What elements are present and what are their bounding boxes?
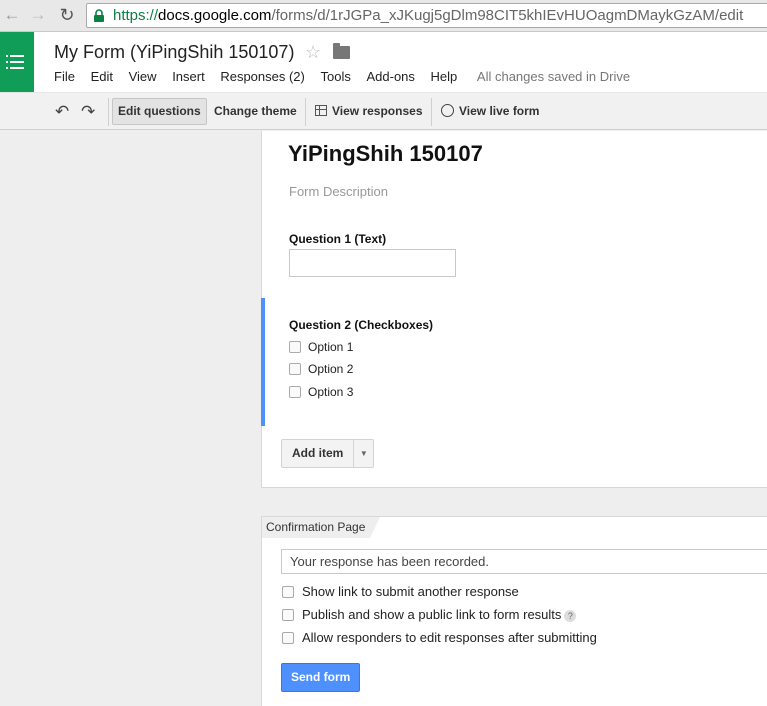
form-description[interactable]: Form Description — [289, 184, 388, 199]
redo-icon[interactable]: ↷ — [81, 102, 95, 122]
allow-edit-option[interactable]: Allow responders to edit responses after… — [282, 631, 597, 647]
publish-results-option[interactable]: Publish and show a public link to form r… — [282, 608, 577, 624]
forward-arrow-icon[interactable]: → — [28, 5, 48, 25]
question-1-label: Question 1 (Text) — [289, 232, 387, 246]
url-text: https://docs.google.com/forms/d/1rJGPa_x… — [113, 7, 744, 24]
change-theme-button[interactable]: Change theme — [208, 98, 303, 125]
menu-insert[interactable]: Insert — [172, 69, 205, 84]
checkbox[interactable] — [282, 586, 294, 598]
view-live-form-button[interactable]: View live form — [435, 98, 545, 125]
checkbox[interactable] — [282, 632, 294, 644]
checkbox-option[interactable]: Option 2 — [289, 362, 353, 378]
checkbox-option[interactable]: Option 1 — [289, 340, 353, 356]
menu-edit[interactable]: Edit — [91, 69, 113, 84]
address-bar[interactable]: https://docs.google.com/forms/d/1rJGPa_x… — [86, 3, 767, 28]
table-icon — [315, 105, 327, 116]
add-item-button[interactable]: Add item ▼ — [281, 439, 375, 468]
menu-tools[interactable]: Tools — [321, 69, 351, 84]
question-1-text-input[interactable] — [289, 249, 456, 277]
view-responses-button[interactable]: View responses — [309, 98, 429, 125]
lock-icon — [94, 9, 104, 22]
back-arrow-icon[interactable]: ← — [2, 5, 22, 25]
edit-questions-button[interactable]: Edit questions — [112, 98, 207, 125]
dropdown-arrow-icon[interactable]: ▼ — [354, 440, 373, 467]
menu-bar: File Edit View Insert Responses (2) Tool… — [54, 69, 630, 84]
selected-question-marker — [261, 298, 265, 426]
document-title[interactable]: My Form (YiPingShih 150107) — [54, 42, 294, 63]
question-2-label: Question 2 (Checkboxes) — [289, 318, 434, 332]
save-status: All changes saved in Drive — [476, 69, 631, 84]
editor-toolbar: ↶ ↷ Edit questions Change theme View res… — [0, 92, 767, 130]
undo-icon[interactable]: ↶ — [55, 102, 69, 122]
help-icon[interactable]: ? — [564, 610, 577, 622]
star-icon[interactable]: ☆ — [305, 42, 321, 63]
menu-responses[interactable]: Responses (2) — [220, 69, 305, 84]
confirmation-message-input[interactable]: Your response has been recorded. — [281, 549, 767, 574]
checkbox-option[interactable]: Option 3 — [289, 385, 353, 401]
form-title[interactable]: YiPingShih 150107 — [288, 141, 483, 167]
menu-file[interactable]: File — [54, 69, 75, 84]
send-form-button[interactable]: Send form — [281, 663, 361, 692]
globe-icon — [441, 104, 454, 117]
checkbox[interactable] — [282, 609, 294, 621]
menu-help[interactable]: Help — [431, 69, 458, 84]
show-link-option[interactable]: Show link to submit another response — [282, 585, 519, 601]
menu-addons[interactable]: Add-ons — [366, 69, 414, 84]
folder-icon[interactable] — [333, 43, 350, 59]
confirmation-page-tab: Confirmation Page — [262, 517, 381, 538]
confirmation-page-panel: Confirmation Page Your response has been… — [261, 516, 767, 706]
checkbox[interactable] — [289, 386, 301, 398]
forms-app-icon[interactable] — [0, 32, 34, 92]
checkbox[interactable] — [289, 363, 301, 375]
checkbox[interactable] — [289, 341, 301, 353]
reload-icon[interactable]: ↻ — [57, 5, 77, 25]
form-editor-panel: YiPingShih 150107 Form Description Quest… — [261, 131, 767, 488]
menu-view[interactable]: View — [129, 69, 157, 84]
app-header: My Form (YiPingShih 150107) ☆ File Edit … — [0, 32, 767, 92]
browser-toolbar: ← → ↻ https://docs.google.com/forms/d/1r… — [0, 0, 767, 32]
